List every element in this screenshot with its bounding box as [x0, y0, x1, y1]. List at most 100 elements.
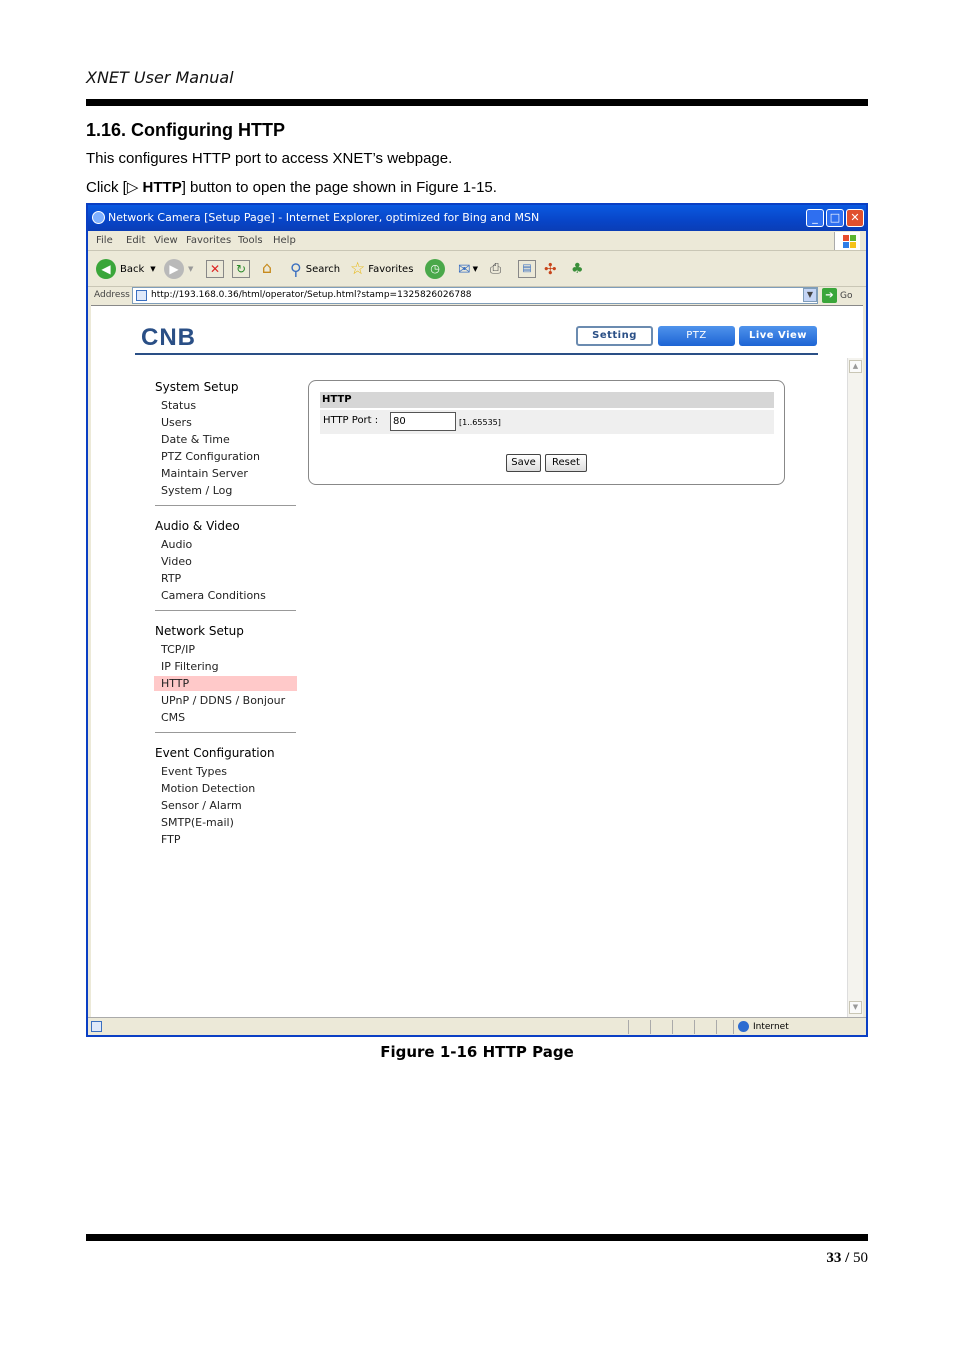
edit-button[interactable]: ▤: [518, 259, 536, 279]
back-label: Back: [120, 263, 145, 275]
address-url: http://193.168.0.36/html/operator/Setup.…: [151, 290, 472, 300]
refresh-button[interactable]: ↻: [232, 259, 250, 279]
back-arrow-icon: ◀: [96, 259, 116, 279]
document-header: XNET User Manual: [86, 68, 234, 87]
header-rule: [86, 99, 868, 106]
stop-button[interactable]: ✕: [206, 259, 224, 279]
close-icon[interactable]: ✕: [846, 209, 864, 227]
go-label[interactable]: Go: [840, 291, 852, 301]
nav-item-rtp[interactable]: RTP: [161, 572, 181, 585]
nav-group-title: Network Setup: [155, 624, 244, 638]
page-content: CNB Setting PTZ Live View ▲ ▼ System Set…: [91, 305, 863, 1017]
nav-group-title: Audio & Video: [155, 519, 240, 533]
http-settings-panel: HTTP HTTP Port : [1..65535] Save Reset: [308, 380, 785, 485]
favorites-button[interactable]: ☆ Favorites: [350, 259, 413, 279]
figure-caption: Figure 1-16 HTTP Page: [380, 1043, 574, 1061]
nav-item-camera-conditions[interactable]: Camera Conditions: [161, 589, 266, 602]
http-port-label: HTTP Port :: [323, 415, 379, 426]
nav-item-upnp-ddns-bonjour[interactable]: UPnP / DDNS / Bonjour: [161, 694, 285, 707]
http-port-row: HTTP Port : [1..65535]: [320, 410, 774, 434]
nav-item-users[interactable]: Users: [161, 416, 192, 429]
nav-item-tcp-ip[interactable]: TCP/IP: [161, 643, 195, 656]
search-button[interactable]: ⚲ Search: [290, 259, 340, 279]
menu-bar: File Edit View Favorites Tools Help: [88, 231, 866, 251]
back-button[interactable]: ◀ Back ▼: [96, 259, 156, 279]
address-label: Address: [94, 290, 130, 300]
address-bar: Address http://193.168.0.36/html/operato…: [88, 287, 866, 305]
menu-tools[interactable]: Tools: [238, 235, 263, 246]
home-button[interactable]: ⌂: [258, 259, 276, 279]
print-icon: ⎙: [490, 261, 502, 277]
vertical-scrollbar[interactable]: ▲ ▼: [847, 358, 863, 1017]
nav-item-ip-filtering[interactable]: IP Filtering: [161, 660, 219, 673]
live-view-tab[interactable]: Live View: [739, 326, 817, 346]
status-divider: [628, 1020, 629, 1034]
maximize-icon[interactable]: □: [826, 209, 844, 227]
nav-group-title: System Setup: [155, 380, 239, 394]
menu-file[interactable]: File: [96, 235, 113, 246]
forward-button[interactable]: ▶ ▼: [164, 259, 193, 279]
page-separator: /: [841, 1250, 853, 1266]
scroll-down-icon[interactable]: ▼: [849, 1001, 862, 1014]
nav-group-title: Event Configuration: [155, 746, 275, 760]
menu-view[interactable]: View: [154, 235, 178, 246]
menu-help[interactable]: Help: [273, 235, 296, 246]
forward-arrow-icon: ▶: [164, 259, 184, 279]
nav-item-http[interactable]: HTTP: [161, 677, 189, 690]
research-button[interactable]: ✣: [544, 259, 557, 279]
history-button[interactable]: ◷: [425, 259, 445, 279]
nav-item-system-log[interactable]: System / Log: [161, 484, 232, 497]
search-icon: ⚲: [290, 259, 302, 279]
instruction-bold: HTTP: [142, 179, 182, 196]
save-button[interactable]: Save: [506, 454, 541, 472]
browser-toolbar: ◀ Back ▼ ▶ ▼ ✕ ↻ ⌂ ⚲ Search ☆ Favorites …: [88, 251, 866, 287]
reset-button[interactable]: Reset: [545, 454, 587, 472]
nav-item-date-time[interactable]: Date & Time: [161, 433, 230, 446]
setting-tab[interactable]: Setting: [576, 326, 653, 346]
title-bar[interactable]: Network Camera [Setup Page] - Internet E…: [88, 205, 866, 231]
status-divider: [733, 1020, 734, 1034]
address-input[interactable]: http://193.168.0.36/html/operator/Setup.…: [132, 287, 818, 304]
ie-icon: [92, 211, 105, 224]
address-dropdown-icon[interactable]: ▼: [803, 288, 817, 302]
status-divider: [694, 1020, 695, 1034]
mail-button[interactable]: ✉ ▼: [458, 259, 478, 279]
print-button[interactable]: ⎙: [490, 259, 501, 279]
menu-favorites[interactable]: Favorites: [186, 235, 231, 246]
instruction-paragraph: Click [▷ HTTP] button to open the page s…: [86, 178, 497, 196]
panel-title: HTTP: [320, 392, 774, 408]
status-divider: [650, 1020, 651, 1034]
nav-item-sensor-alarm[interactable]: Sensor / Alarm: [161, 799, 242, 812]
minimize-icon[interactable]: _: [806, 209, 824, 227]
nav-divider: [155, 610, 296, 611]
ptz-tab[interactable]: PTZ: [658, 326, 735, 346]
nav-item-ptz-configuration[interactable]: PTZ Configuration: [161, 450, 260, 463]
messenger-button[interactable]: ♣: [571, 259, 584, 279]
status-divider: [716, 1020, 717, 1034]
nav-item-smtp-email[interactable]: SMTP(E-mail): [161, 816, 234, 829]
cnb-logo-text: CNB: [141, 326, 196, 348]
page-icon: [91, 1021, 102, 1032]
mail-icon: ✉: [458, 260, 471, 278]
status-divider: [672, 1020, 673, 1034]
nav-item-audio[interactable]: Audio: [161, 538, 192, 551]
messenger-icon: ♣: [571, 261, 584, 277]
page-icon: [136, 290, 147, 301]
http-port-input[interactable]: [390, 412, 456, 431]
dropdown-icon: ▼: [472, 265, 478, 273]
globe-icon: [738, 1021, 749, 1032]
nav-item-cms[interactable]: CMS: [161, 711, 185, 724]
go-arrow-icon[interactable]: ➔: [822, 288, 837, 303]
http-port-range: [1..65535]: [459, 418, 501, 427]
nav-item-status[interactable]: Status: [161, 399, 196, 412]
refresh-icon: ↻: [232, 260, 250, 278]
nav-item-maintain-server[interactable]: Maintain Server: [161, 467, 248, 480]
nav-item-event-types[interactable]: Event Types: [161, 765, 227, 778]
scroll-up-icon[interactable]: ▲: [849, 360, 862, 373]
page-rule: [135, 353, 818, 355]
section-title: 1.16. Configuring HTTP: [86, 120, 286, 140]
nav-item-motion-detection[interactable]: Motion Detection: [161, 782, 255, 795]
menu-edit[interactable]: Edit: [126, 235, 145, 246]
nav-item-video[interactable]: Video: [161, 555, 192, 568]
nav-item-ftp[interactable]: FTP: [161, 833, 181, 846]
